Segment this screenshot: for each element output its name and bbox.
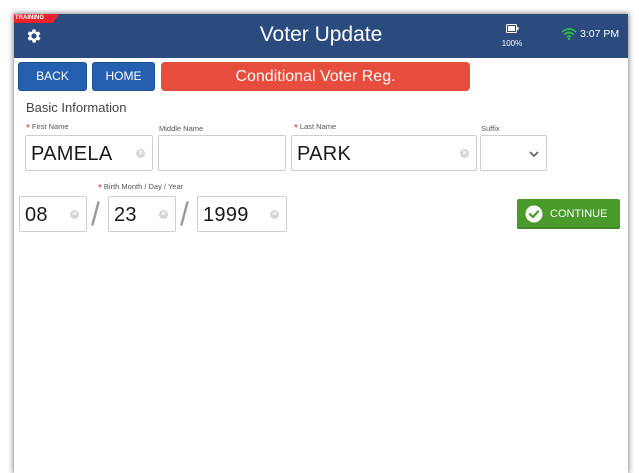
first-name-field[interactable]: PAMELA ×: [25, 135, 153, 171]
first-name-label: * First Name: [26, 122, 69, 134]
chevron-down-icon: [529, 151, 539, 158]
header-bar: TRAINING Voter Update 100% 3:07 PM: [14, 14, 628, 58]
clear-icon[interactable]: ×: [136, 149, 145, 158]
clear-icon[interactable]: ×: [159, 210, 168, 219]
middle-name-field[interactable]: [158, 135, 286, 171]
required-marker: *: [294, 123, 298, 134]
last-name-field[interactable]: PARK ×: [291, 135, 477, 171]
first-name-value: PAMELA: [31, 143, 113, 165]
clear-icon[interactable]: ×: [460, 149, 469, 158]
conditional-voter-reg-banner: Conditional Voter Reg.: [161, 62, 470, 91]
battery-indicator: 100%: [500, 20, 524, 48]
last-name-label: * Last Name: [294, 122, 337, 134]
suffix-select[interactable]: [480, 135, 547, 171]
birth-day-value: 23: [114, 204, 137, 226]
wifi-icon: [561, 28, 577, 41]
required-marker: *: [26, 123, 30, 134]
continue-label: CONTINUE: [550, 208, 608, 220]
check-circle-icon: [525, 205, 543, 223]
home-button[interactable]: HOME: [92, 62, 155, 91]
suffix-label: Suffix: [481, 124, 500, 133]
middle-name-label: Middle Name: [159, 124, 204, 133]
birth-year-value: 1999: [203, 204, 249, 226]
clear-icon[interactable]: ×: [70, 210, 79, 219]
birth-day-field[interactable]: 23 ×: [108, 196, 176, 232]
battery-percent: 100%: [501, 39, 523, 48]
section-title: Basic Information: [26, 100, 127, 115]
battery-icon: [505, 24, 518, 33]
birth-year-field[interactable]: 1999 ×: [197, 196, 287, 232]
birth-date-label: * Birth Month / Day / Year: [98, 182, 184, 194]
birth-month-value: 08: [25, 204, 48, 226]
clear-icon[interactable]: ×: [270, 210, 279, 219]
last-name-value: PARK: [297, 143, 352, 165]
app-window: TRAINING Voter Update 100% 3:07 PM BACK …: [14, 14, 628, 473]
page-title: Voter Update: [259, 23, 383, 46]
back-button[interactable]: BACK: [18, 62, 87, 91]
date-separator: /: [180, 196, 189, 232]
birth-month-field[interactable]: 08 ×: [19, 196, 87, 232]
required-marker: *: [98, 183, 102, 194]
date-separator: /: [91, 196, 100, 232]
continue-button[interactable]: CONTINUE: [517, 199, 620, 229]
clock-time: 3:07 PM: [580, 28, 620, 40]
